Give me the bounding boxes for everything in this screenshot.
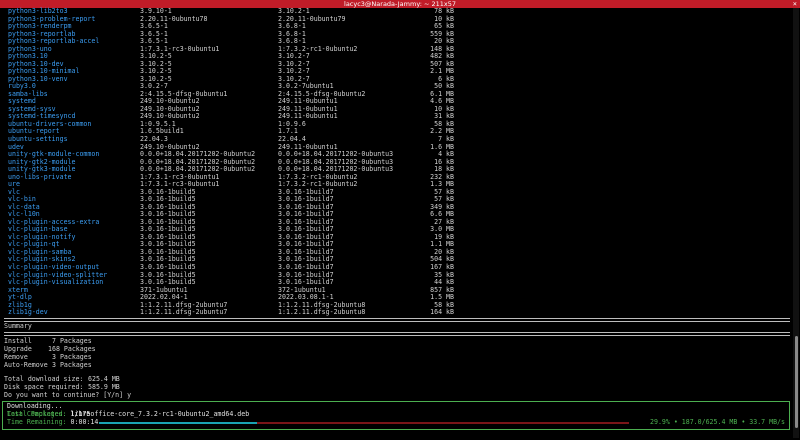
progress-bar-fill — [99, 422, 258, 424]
package-row: udev 249.10-0ubuntu2 249.11-0ubuntu1 1.6 MB — [2, 143, 790, 152]
package-row: uno-libs-private 1:7.3.1-rc3-0ubuntu1 1:7.… — [2, 173, 790, 182]
package-row: vlc-plugin-video-output 3.0.16-1build5 3.0… — [2, 263, 790, 272]
package-row: python3.10-venv 3.10.2-5 3.10.2-7 6 kB — [2, 75, 790, 84]
package-row: vlc-plugin-video-splitter 3.0.16-1build5 3… — [2, 271, 790, 280]
summary-heading: Summary — [4, 322, 32, 330]
package-row: vlc-plugin-notify 3.0.16-1build5 3.0.16-1b… — [2, 233, 790, 242]
new-version: 1:1.2.11.dfsg-2ubuntu8 — [278, 308, 366, 317]
auto-remove-label: Auto-Remove — [4, 361, 48, 369]
package-name: zlib1g-dev — [8, 308, 48, 317]
package-row: python3-renderpm 3.6.5-1 3.6.8-1 65 kB — [2, 22, 790, 31]
package-row: zlib1g 1:1.2.11.dfsg-2ubuntu7 1:1.2.11.dfs… — [2, 301, 790, 310]
continue-prompt[interactable]: Do you want to continue? [Y/n] y — [4, 391, 131, 400]
package-row: systemd-timesyncd 249.10-0ubuntu2 249.11-0… — [2, 113, 790, 121]
package-row: ubuntu-report 1.6.5build1 1.7.1 2.2 MB — [2, 128, 790, 136]
package-row: ruby3.0 3.0.2-7 3.0.2-7ubuntu1 50 kB — [2, 83, 790, 91]
package-row: python3-problem-report 2.20.11-0ubuntu78 2… — [2, 15, 790, 24]
package-row: python3-uno 1:7.3.1-rc3-0ubuntu1 1:7.3.2-r… — [2, 45, 790, 54]
time-remaining-label: Time Remaining: — [7, 418, 67, 426]
close-icon[interactable]: × — [793, 0, 797, 8]
auto-remove-value: 3 Packages — [52, 361, 92, 369]
package-row: vlc 3.0.16-1build5 3.0.16-1build7 57 kB — [2, 188, 790, 197]
package-row: vlc-data 3.0.16-1build5 3.0.16-1build7 349 … — [2, 203, 790, 212]
package-row: zlib1g-dev 1:1.2.11.dfsg-2ubuntu7 1:1.2.11… — [2, 309, 790, 317]
package-row: ubuntu-settings 22.04.3 22.04.4 7 kB — [2, 135, 790, 144]
package-row: ure 1:7.3.1-rc3-0ubuntu1 1:7.3.2-rc1-0ubun… — [2, 181, 790, 189]
package-row: vlc-l10n 3.0.16-1build5 3.0.16-1build7 6.6 … — [2, 211, 790, 219]
divider — [4, 318, 790, 322]
download-size: 164 kB — [430, 308, 454, 317]
package-row: vlc-plugin-access-extra 3.0.16-1build5 3.0… — [2, 218, 790, 227]
package-row: systemd-sysv 249.10-0ubuntu2 249.11-0ubunt… — [2, 105, 790, 114]
package-row: vlc-bin 3.0.16-1build5 3.0.16-1build7 57 kB — [2, 196, 790, 204]
package-row: vlc-plugin-base 3.0.16-1build5 3.0.16-1bui… — [2, 226, 790, 234]
package-row: yt-dlp 2022.02.04-1 2022.03.08.1-1 1.5 MB — [2, 294, 790, 302]
package-row: vlc-plugin-visualization 3.0.16-1build5 3.… — [2, 278, 790, 287]
package-row: unity-gtk3-module 0.0.0+18.04.20171202-0u… — [2, 166, 790, 174]
package-row: systemd 249.10-0ubuntu2 249.11-0ubuntu1 4.6… — [2, 98, 790, 106]
package-row: unity-gtk2-module 0.0.0+18.04.20171202-0u… — [2, 158, 790, 167]
package-row: python3-reportlab 3.6.5-1 3.6.8-1 559 kB — [2, 30, 790, 39]
progress-stats: 29.9% • 187.0/625.4 MB • 33.7 MB/s — [650, 418, 785, 426]
window-titlebar: lacyc3@Narada-Jammy: ~ 211x57 × — [0, 0, 800, 8]
terminal-output: python3-lib2to3 3.9.10-1 3.10.2-1 78 kB pyth… — [2, 7, 790, 438]
last-completed-label: Last Completed: — [7, 410, 67, 418]
window-title: lacyc3@Narada-Jammy: ~ 211x57 — [344, 0, 456, 8]
package-row: unity-gtk-module-common 0.0.0+18.04.20171… — [2, 150, 790, 159]
package-row: python3.10-dev 3.10.2-5 3.10.2-7 507 kB — [2, 60, 790, 69]
package-row: python3.10 3.10.2-5 3.10.2-7 482 kB — [2, 53, 790, 61]
time-remaining-value: 0:00:14 — [70, 418, 99, 426]
package-row: vlc-plugin-samba 3.0.16-1build5 3.0.16-1bu… — [2, 248, 790, 257]
last-completed-value: libreoffice-core_7.3.2-rc1-0ubuntu2_amd6… — [70, 410, 250, 418]
package-row: python3.10-minimal 3.10.2-5 3.10.2-7 2.1 MB — [2, 68, 790, 76]
package-row: xterm 371-1ubuntu1 372-1ubuntu1 857 kB — [2, 286, 790, 295]
package-row: vlc-plugin-skins2 3.0.16-1build5 3.0.16-1b… — [2, 256, 790, 264]
package-row: vlc-plugin-qt 3.0.16-1build5 3.0.16-1build… — [2, 241, 790, 249]
package-row: python3-reportlab-accel 3.6.5-1 3.6.8-1 20 … — [2, 38, 790, 46]
divider — [4, 332, 790, 336]
progress-bar — [99, 422, 629, 424]
package-row: ubuntu-drivers-common 1:0.9.5.1 1:0.9.6 58 … — [2, 120, 790, 129]
download-progress-panel: Downloading... Total Packages: 1/175 Las… — [2, 401, 790, 430]
current-version: 1:1.2.11.dfsg-2ubuntu7 — [140, 308, 228, 317]
time-remaining-line: Time Remaining: 0:00:14 — [7, 418, 99, 427]
package-row: samba-libs 2:4.15.5-dfsg-0ubuntu1 2:4.15.5… — [2, 90, 790, 99]
package-row: python3-lib2to3 3.9.10-1 3.10.2-1 78 kB — [2, 7, 790, 16]
scrollbar-thumb[interactable] — [795, 336, 798, 428]
